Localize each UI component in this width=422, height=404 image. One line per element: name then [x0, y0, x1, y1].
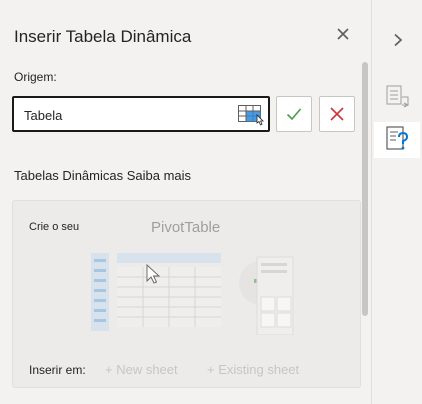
checkmark-icon	[286, 108, 302, 121]
section-heading: Tabelas Dinâmicas Saiba mais	[14, 168, 192, 183]
close-icon	[337, 28, 349, 40]
side-rail	[372, 0, 422, 404]
existing-sheet-option[interactable]: + Existing sheet	[207, 362, 299, 377]
cancel-button[interactable]	[319, 96, 355, 132]
pivottable-label: PivotTable	[151, 219, 221, 236]
table-range-picker-icon	[238, 105, 264, 126]
pane-title: Inserir Tabela Dinâmica	[14, 27, 192, 46]
field-list-icon	[386, 85, 410, 108]
field-list-button[interactable]	[384, 83, 412, 111]
create-label: Crie o seu	[29, 221, 80, 233]
new-sheet-option[interactable]: + New sheet	[105, 362, 178, 377]
chevron-right-icon	[394, 33, 403, 47]
insert-pivottable-pane: Inserir Tabela Dinâmica Origem: Tabela T…	[0, 0, 372, 404]
origin-label: Origem:	[14, 70, 57, 84]
collapse-pane-button[interactable]	[388, 30, 408, 50]
origin-value: Tabela	[24, 108, 63, 123]
help-table-button[interactable]	[374, 122, 420, 158]
x-icon	[330, 107, 344, 121]
create-your-own-card: Crie o seu PivotTable Inserir em: + New …	[12, 200, 361, 388]
scrollbar-thumb[interactable]	[362, 62, 368, 316]
close-button[interactable]	[333, 24, 353, 44]
origin-input[interactable]: Tabela	[12, 96, 270, 132]
confirm-button[interactable]	[276, 96, 312, 132]
pivottable-illustration	[91, 253, 294, 335]
insert-into-label: Inserir em:	[29, 363, 86, 377]
range-picker-button[interactable]	[238, 103, 268, 127]
pane-scrollbar[interactable]	[362, 62, 368, 392]
help-table-icon	[386, 126, 409, 150]
